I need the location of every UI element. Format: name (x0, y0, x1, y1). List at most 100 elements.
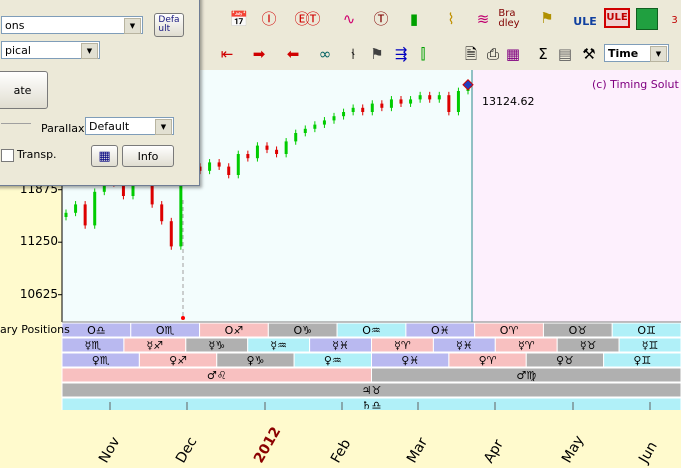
month-label: Mar (404, 435, 432, 466)
main-combo[interactable]: ons ▼ (1, 16, 143, 34)
position-cell-label: ♀♉ (556, 354, 574, 367)
position-cell-label: O♐ (225, 324, 244, 337)
candle-body (74, 204, 78, 213)
candle-body (303, 128, 307, 133)
position-cell-label: ☿♏ (85, 339, 102, 352)
candle-body (294, 133, 298, 142)
type-combo-value: pical (5, 43, 31, 57)
position-cell-label: ♀♓ (401, 354, 419, 367)
position-cell-label: ♂♌ (207, 369, 227, 382)
month-label: May (559, 432, 588, 466)
ule-framed-button[interactable]: ULE (604, 8, 630, 28)
position-cell-label: ☿♈ (518, 339, 535, 352)
position-cell-label: ♀♏ (92, 354, 110, 367)
color-bars-icon[interactable]: ▮ (401, 6, 427, 32)
position-cell-label: O♓ (431, 324, 450, 337)
type-combo[interactable]: pical ▼ (1, 41, 100, 59)
candle-body (265, 145, 269, 150)
candle-body (160, 204, 164, 222)
glasses-icon[interactable]: ∞ (312, 41, 338, 67)
candle-body (361, 107, 365, 112)
candle-body (322, 120, 326, 125)
flag-icon[interactable]: ⚑ (364, 41, 390, 67)
wheel-t2-icon[interactable]: Ⓣ (368, 6, 394, 32)
arrow-left-icon[interactable]: ⬅ (280, 41, 306, 67)
position-cell-label: O♉ (569, 324, 588, 337)
candle-body (437, 95, 441, 100)
candle-body (255, 145, 259, 159)
candle-body (83, 204, 87, 226)
month-label: Feb (328, 436, 355, 466)
candle-body (418, 95, 422, 100)
parallax-label: Parallax (41, 122, 85, 135)
position-cell-label: O♑ (293, 324, 312, 337)
wave-icon[interactable]: ≋ (470, 6, 496, 32)
position-cell-label: ☿♒ (270, 339, 287, 352)
position-cell-label: ☿♐ (147, 339, 164, 352)
month-label: Apr (481, 437, 507, 466)
time-select-value: Time (608, 46, 639, 60)
position-cell-label: ☿♓ (332, 339, 349, 352)
candle-body (351, 107, 355, 112)
candle-body (399, 99, 403, 104)
position-cell-label: ♂♍ (516, 369, 536, 382)
position-cell-label: ☿♉ (580, 339, 597, 352)
y-axis-label: 10625 (19, 286, 58, 301)
bradley-button[interactable]: Bra dley (494, 6, 524, 32)
position-cell-label: O♒ (362, 324, 381, 337)
candle-body (246, 154, 250, 159)
chevron-down-icon: ▼ (124, 18, 141, 34)
y-axis-label: 11250 (19, 234, 58, 249)
position-cell-label: ♀♈ (479, 354, 497, 367)
time-select[interactable]: Time ▼ (604, 44, 669, 62)
copyright-label: (c) Timing Solut (592, 78, 679, 91)
candle-body (64, 212, 68, 217)
position-cell-label: O♈ (500, 324, 519, 337)
chevron-down-icon: ▼ (81, 43, 98, 59)
wheel-t-icon[interactable]: Ⓣ (300, 6, 326, 32)
marker-dot (181, 316, 185, 320)
color-line-icon[interactable]: ⫿ (410, 41, 436, 67)
calendar-icon[interactable]: 📅 (226, 6, 252, 32)
candle-body (456, 91, 460, 112)
transp-checkbox[interactable] (1, 149, 14, 162)
info-button[interactable]: Info (122, 145, 174, 167)
wheel-i-icon[interactable]: Ⓘ (256, 6, 282, 32)
candle-body (332, 116, 336, 121)
main-combo-value: ons (5, 18, 25, 32)
position-cell-label: ☿♑ (208, 339, 225, 352)
green-book-icon[interactable] (636, 8, 658, 30)
calendar-button[interactable]: ▦ (91, 145, 118, 167)
grid-icon[interactable]: ▤ (552, 41, 578, 67)
update-button[interactable]: ate (0, 71, 48, 109)
table-icon[interactable]: ▦ (500, 41, 526, 67)
candle-body (370, 103, 374, 112)
position-cell-label: ☿♈ (394, 339, 411, 352)
candle-body (208, 162, 212, 171)
position-cell-label: ♄♎ (362, 399, 382, 410)
position-cell-label: ☿♓ (456, 339, 473, 352)
zigzag-icon[interactable]: ⌇ (438, 6, 464, 32)
transp-label: Transp. (17, 148, 57, 161)
month-label: Jun (636, 439, 661, 466)
indicator-line-icon[interactable]: ∿ (336, 6, 362, 32)
candle-body (217, 162, 221, 167)
default-button[interactable]: Defa ult (154, 13, 184, 37)
position-cell-label: ♃♉ (362, 384, 382, 397)
divider (1, 123, 31, 124)
arrow-right-icon[interactable]: ➡ (246, 41, 272, 67)
parallax-select[interactable]: Default ▼ (85, 117, 174, 135)
position-cell-label: ☿♊ (642, 339, 659, 352)
month-label: Dec (173, 434, 201, 466)
ule-button[interactable]: ULE (570, 8, 600, 34)
vertical-line-icon[interactable]: ⫮ (340, 41, 366, 67)
toolbar-overflow-label: 3 (671, 15, 678, 26)
pennant-icon[interactable]: ⚑ (534, 5, 560, 31)
chevron-down-icon: ▼ (650, 46, 667, 62)
tools-icon[interactable]: ⚒ (576, 41, 602, 67)
position-cell-label: ♀♐ (169, 354, 187, 367)
position-cell-label: ♀♒ (324, 354, 342, 367)
position-cell-label: ♀♑ (246, 354, 264, 367)
candle-body (389, 99, 393, 108)
arrow-collapse-icon[interactable]: ⇤ (214, 41, 240, 67)
